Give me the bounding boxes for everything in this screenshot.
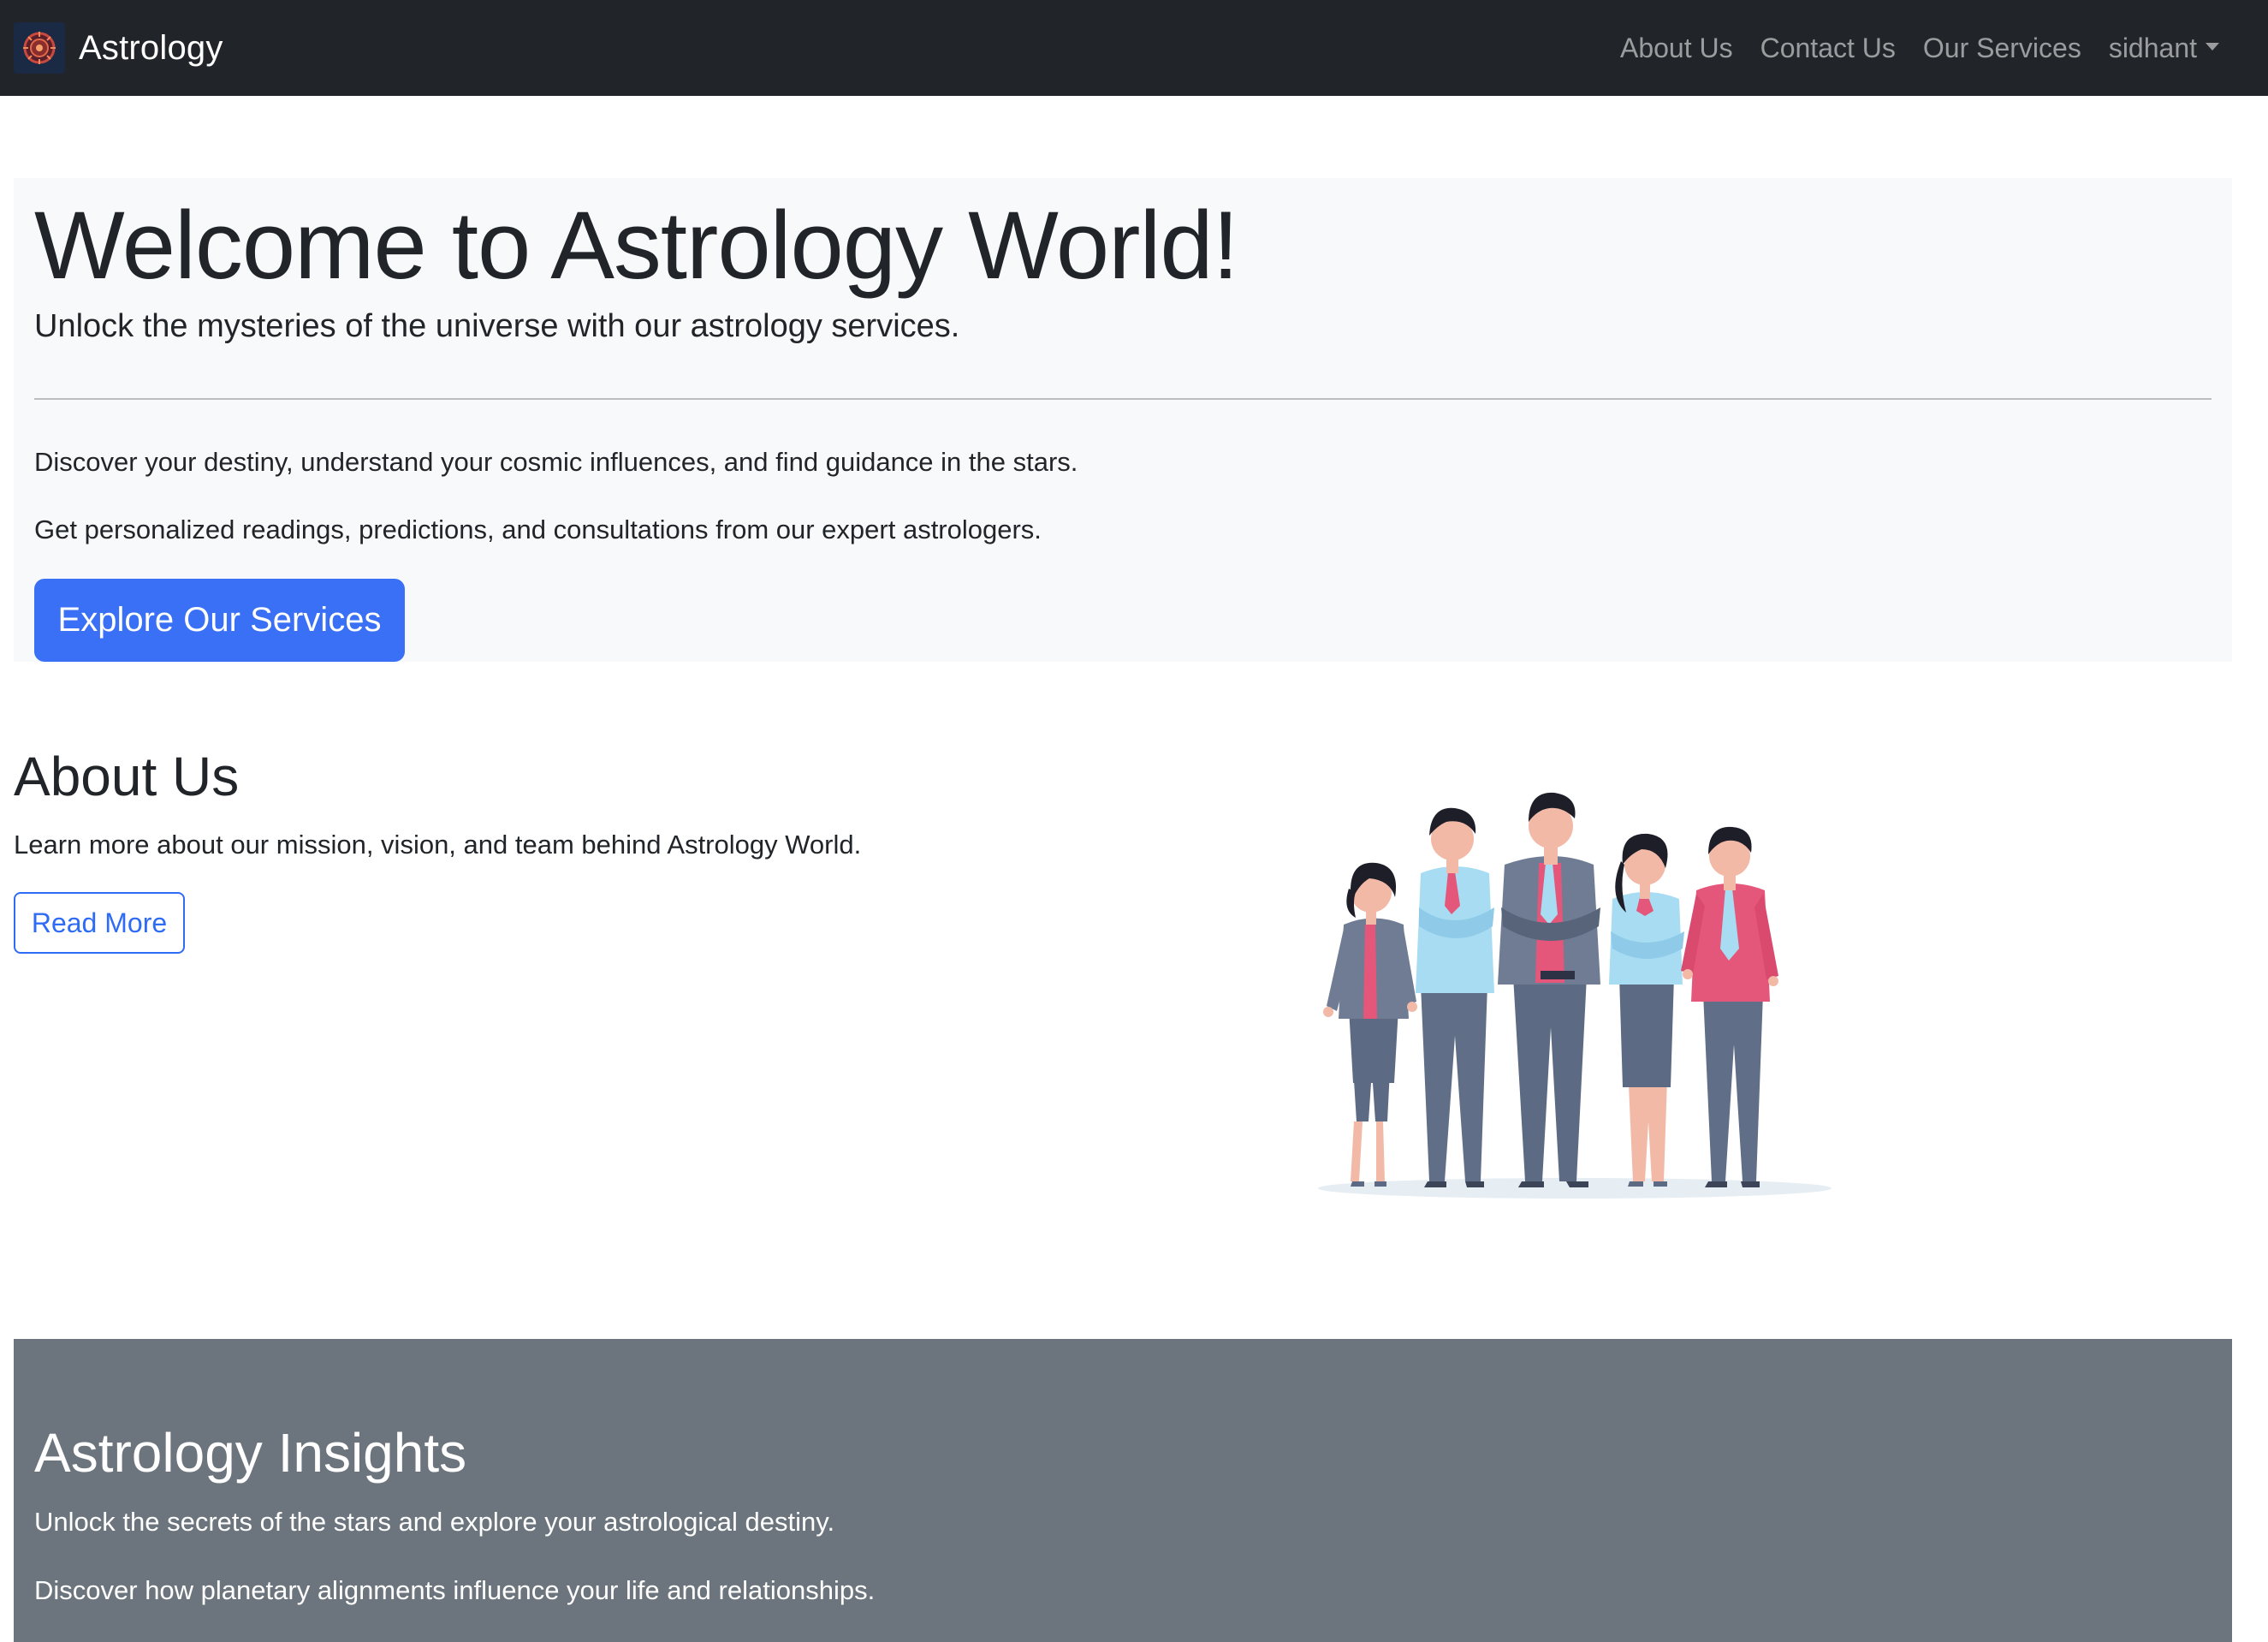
user-name: sidhant	[2108, 32, 2197, 63]
user-dropdown[interactable]: sidhant	[2109, 33, 2219, 64]
hero-section: Welcome to Astrology World! Unlock the m…	[14, 178, 2232, 662]
nav-links: About Us Contact Us Our Services sidhant	[1593, 24, 2219, 72]
hero-lead: Unlock the mysteries of the universe wit…	[34, 308, 960, 344]
nav-about-us[interactable]: About Us	[1620, 33, 1733, 64]
brand-name: Astrology	[79, 28, 223, 67]
nav-our-services[interactable]: Our Services	[1923, 33, 2081, 64]
navbar: Astrology About Us Contact Us Our Servic…	[0, 0, 2268, 96]
read-more-button[interactable]: Read More	[14, 892, 185, 954]
about-text: Learn more about our mission, vision, an…	[14, 830, 862, 860]
insights-paragraph-1: Unlock the secrets of the stars and expl…	[34, 1507, 835, 1537]
hero-divider	[34, 398, 2212, 400]
insights-section: Astrology Insights Unlock the secrets of…	[14, 1339, 2232, 1642]
hero-paragraph-2: Get personalized readings, predictions, …	[34, 515, 1042, 544]
team-illustration	[1301, 779, 1849, 1207]
insights-title: Astrology Insights	[34, 1422, 467, 1484]
about-title: About Us	[14, 746, 240, 807]
explore-services-button[interactable]: Explore Our Services	[34, 579, 405, 662]
insights-paragraph-2: Discover how planetary alignments influe…	[34, 1575, 876, 1605]
hero-paragraph-1: Discover your destiny, understand your c…	[34, 447, 1078, 477]
brand-link[interactable]: Astrology	[14, 22, 223, 74]
brand-logo-icon	[14, 22, 65, 74]
caret-down-icon	[2206, 42, 2219, 51]
hero-title: Welcome to Astrology World!	[34, 192, 1239, 299]
nav-contact-us[interactable]: Contact Us	[1760, 33, 1896, 64]
